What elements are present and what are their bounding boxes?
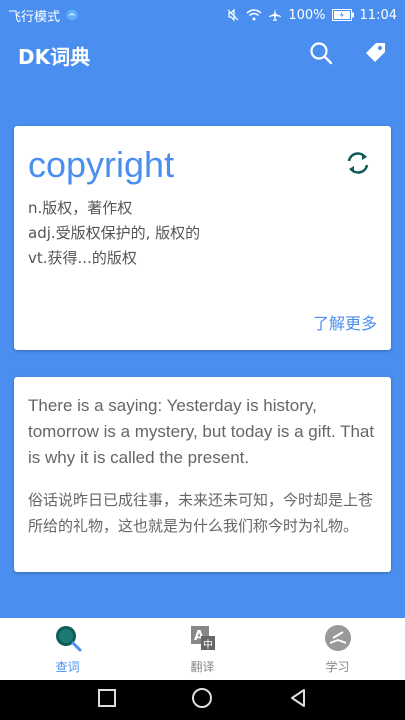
mute-icon xyxy=(226,8,240,22)
search-tab-icon xyxy=(54,624,82,656)
clock: 11:04 xyxy=(359,7,397,23)
back-button[interactable] xyxy=(288,688,308,712)
tab-translate[interactable]: A中 翻译 xyxy=(135,618,270,680)
tab-label: 查词 xyxy=(55,659,80,674)
svg-text:中: 中 xyxy=(203,638,213,651)
bottom-tab-bar: 查词 A中 翻译 学习 xyxy=(0,618,405,680)
home-button[interactable] xyxy=(191,687,213,713)
definition-line: adj.受版权保护的, 版权的 xyxy=(28,224,201,242)
search-icon[interactable] xyxy=(309,41,333,69)
tab-study[interactable]: 学习 xyxy=(270,618,405,680)
quote-chinese: 俗话说昨日已成往事，未来还未可知，今时却是上苍所给的礼物，这也就是为什么我们称今… xyxy=(28,491,374,535)
quote-card: There is a saying: Yesterday is history,… xyxy=(14,377,391,572)
learn-more-link[interactable]: 了解更多 xyxy=(313,310,377,334)
airplane-mode-label: 飞行模式 xyxy=(8,9,61,25)
recent-apps-button[interactable] xyxy=(97,688,117,712)
battery-icon xyxy=(331,9,354,21)
system-nav-bar xyxy=(0,680,405,720)
tab-label: 翻译 xyxy=(190,659,215,674)
status-bar: 飞行模式 100% 11:04 xyxy=(0,0,405,30)
battery-percent: 100% xyxy=(288,7,326,23)
word-card: copyright n.版权，著作权 adj.受版权保护的, 版权的 vt.获得… xyxy=(14,126,391,350)
app-title: DK词典 xyxy=(18,44,91,69)
tab-label: 学习 xyxy=(325,659,350,674)
study-tab-icon xyxy=(324,624,352,656)
wifi-icon xyxy=(246,9,262,21)
app-bar: DK词典 xyxy=(0,30,405,80)
tag-icon[interactable] xyxy=(363,41,387,69)
definition-line: n.版权，著作权 xyxy=(28,199,133,217)
word-title: copyright xyxy=(28,144,175,185)
definition-line: vt.获得...的版权 xyxy=(28,249,137,267)
refresh-icon[interactable] xyxy=(345,150,371,180)
quote-english: There is a saying: Yesterday is history,… xyxy=(28,396,375,467)
translate-tab-icon: A中 xyxy=(189,624,217,656)
wifi-hotspot-icon xyxy=(66,9,78,21)
airplane-icon xyxy=(268,8,282,22)
tab-lookup[interactable]: 查词 xyxy=(0,618,135,680)
